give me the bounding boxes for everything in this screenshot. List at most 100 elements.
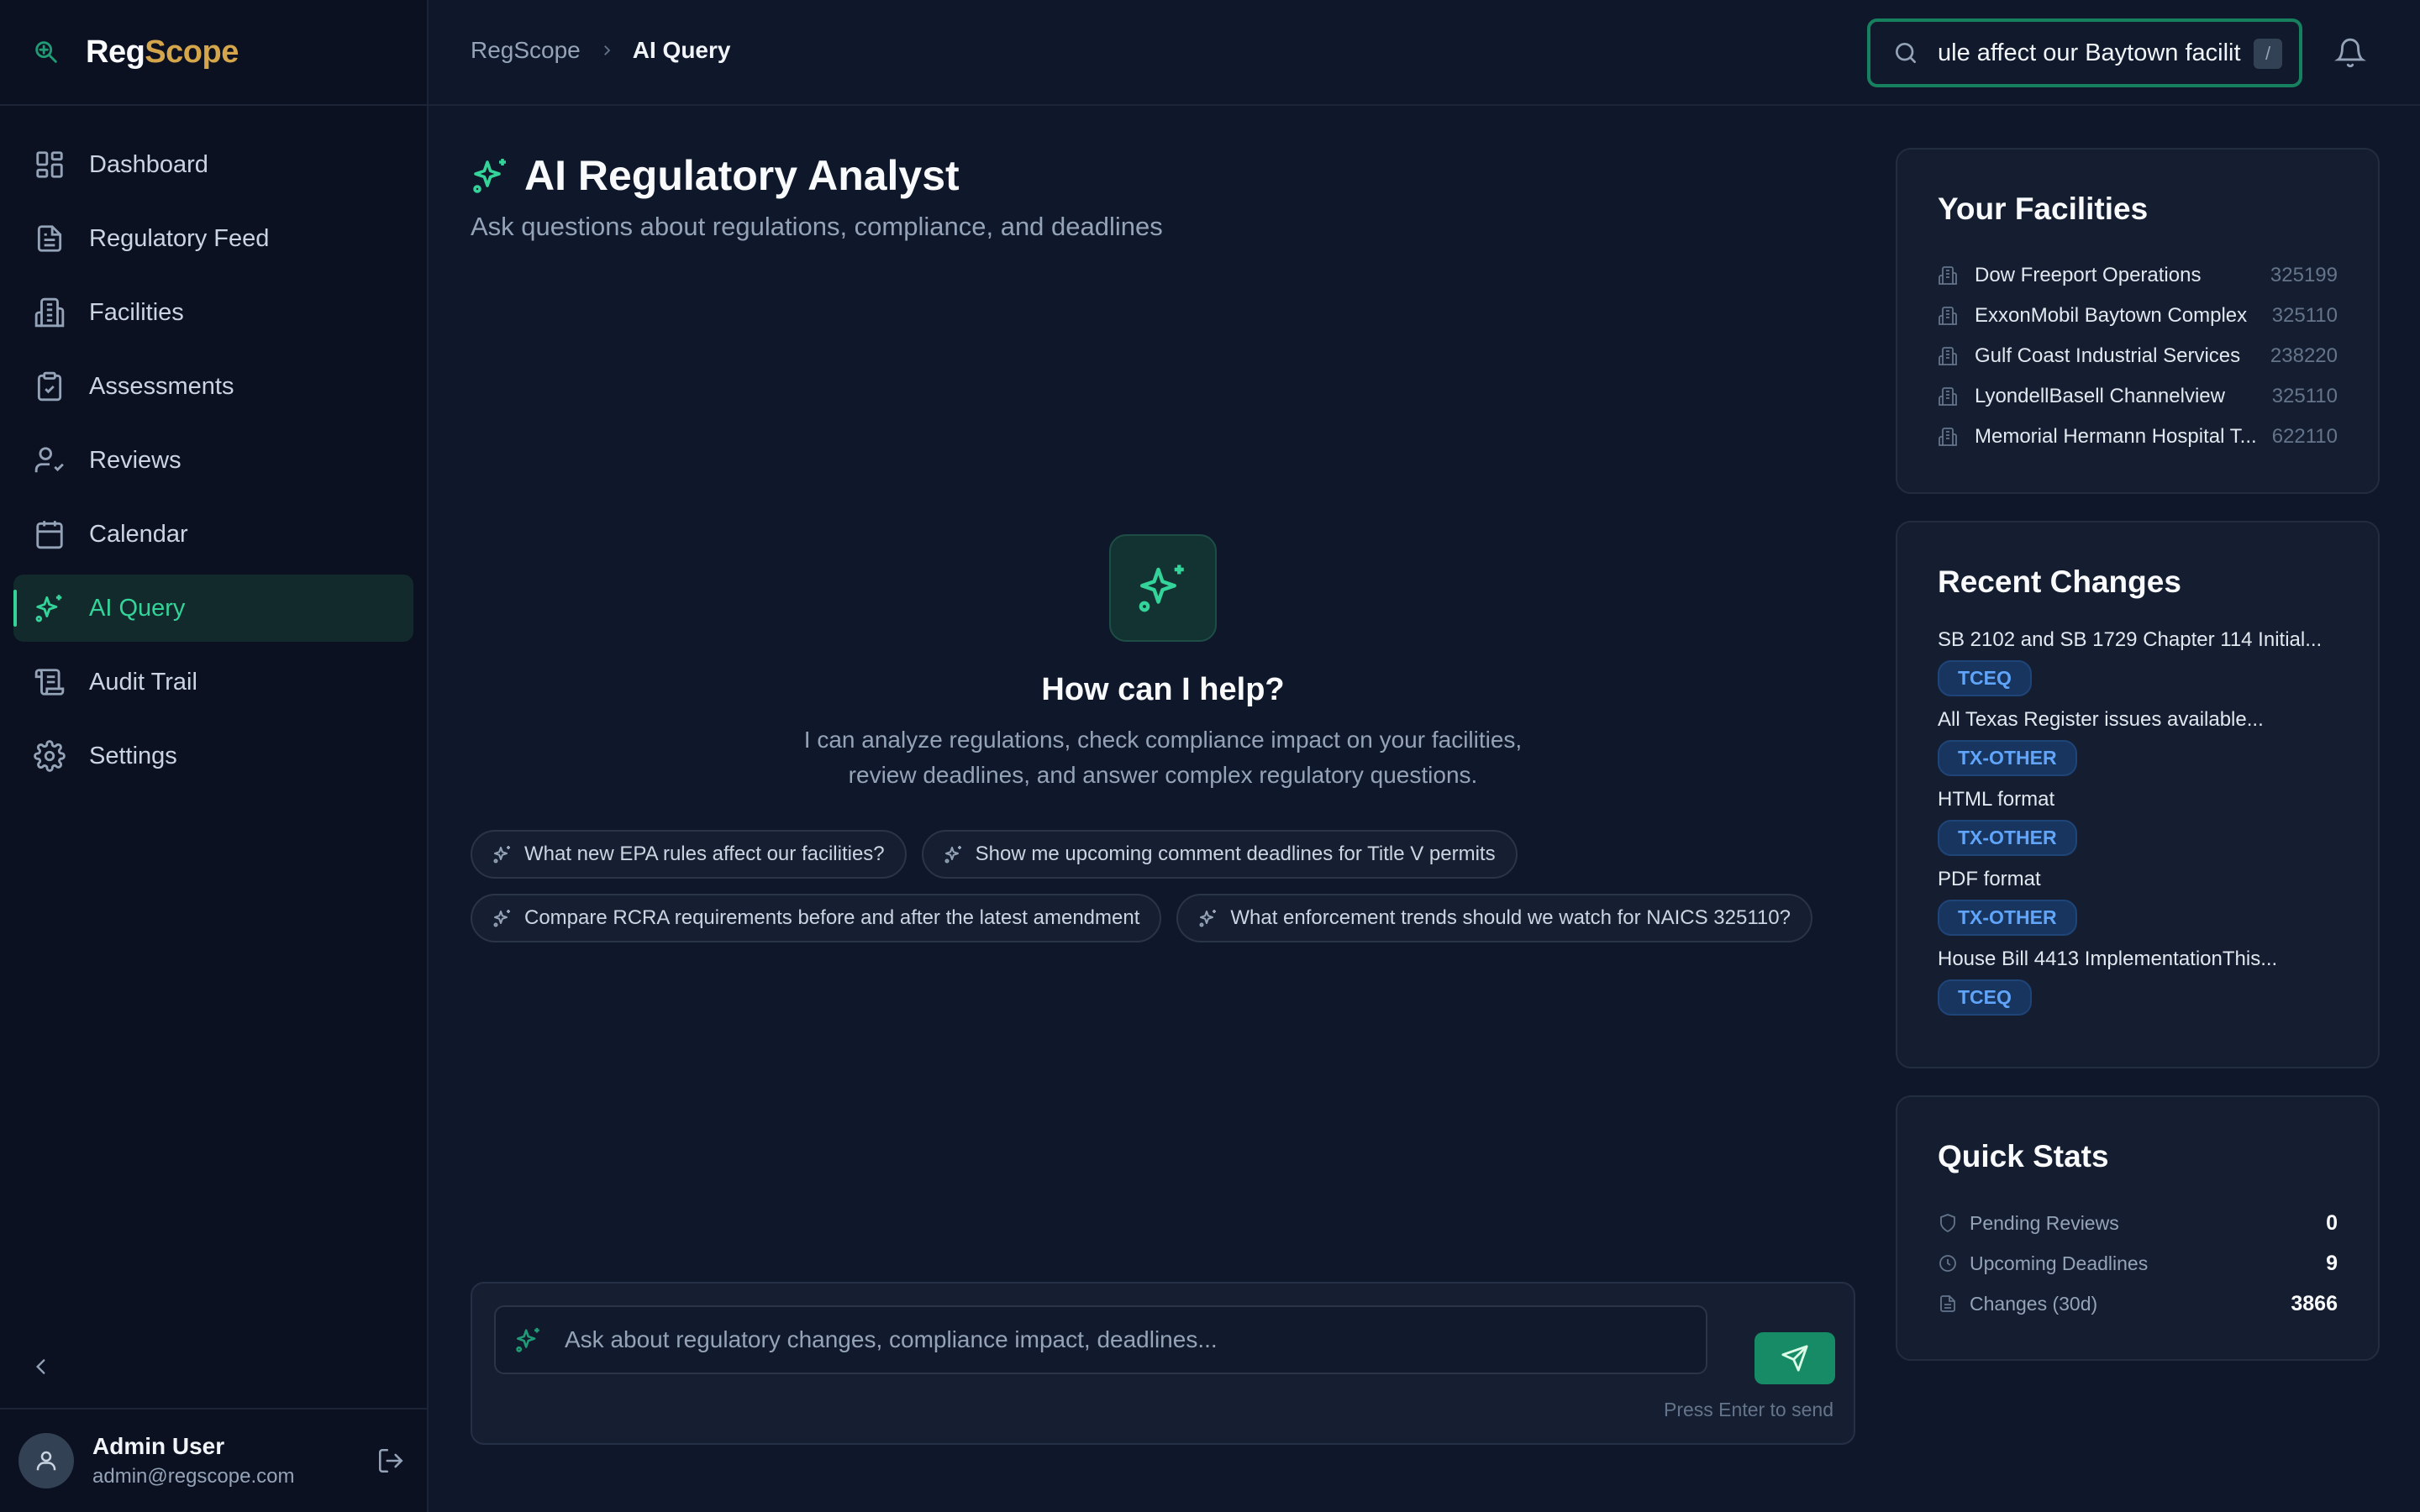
quick-stats-panel: Quick Stats Pending Reviews 0 Upcoming D… [1896, 1095, 2380, 1361]
brand[interactable]: RegScope [0, 0, 427, 106]
breadcrumb-current: AI Query [632, 37, 731, 63]
calendar-icon [36, 521, 63, 549]
suggestion-text: What new EPA rules affect our facilities… [524, 843, 885, 865]
suggestion-text: Show me upcoming comment deadlines for T… [975, 843, 1496, 865]
breadcrumb: RegScope AI Query [471, 37, 730, 64]
user-profile: Admin User admin@regscope.com [0, 1408, 427, 1512]
gear-icon [34, 740, 66, 772]
sidebar-item-label: Reviews [89, 446, 182, 474]
change-title: All Texas Register issues available... [1938, 708, 2264, 731]
search-box[interactable]: / [1867, 18, 2302, 87]
change-item[interactable]: HTML format TX-OTHER [1938, 788, 2338, 856]
sparkles-icon [1199, 910, 1217, 927]
facility-row[interactable]: Memorial Hermann Hospital T... 622110 [1938, 417, 2338, 457]
page-subtitle: Ask questions about regulations, complia… [471, 212, 1163, 241]
sidebar-item-settings[interactable]: Settings [13, 722, 413, 790]
facility-name: ExxonMobil Baytown Complex [1975, 304, 2248, 327]
collapse-sidebar-chevron-icon[interactable] [30, 1354, 52, 1379]
sidebar-item-facilities[interactable]: Facilities [13, 279, 413, 346]
agency-badge: TX-OTHER [1938, 820, 2077, 856]
suggestion-text: What enforcement trends should we watch … [1230, 906, 1791, 929]
sidebar-item-assessments[interactable]: Assessments [13, 353, 413, 420]
facility-naics-code: 238220 [2270, 344, 2338, 367]
suggestion-chip[interactable]: Compare RCRA requirements before and aft… [471, 894, 1162, 942]
building-icon [34, 297, 65, 328]
sparkles-icon [493, 846, 510, 864]
user-name: Admin User [92, 1433, 225, 1459]
sidebar-item-ai-query[interactable]: AI Query [13, 575, 413, 642]
empty-state-description: I can analyze regulations, check complia… [471, 722, 1855, 793]
sidebar-item-audit-trail[interactable]: Audit Trail [13, 648, 413, 716]
stat-pending-reviews: Pending Reviews 0 [1938, 1203, 2338, 1243]
facilities-panel-title: Your Facilities [1938, 192, 2149, 226]
search-input[interactable] [1938, 39, 2257, 67]
facility-row[interactable]: Dow Freeport Operations 325199 [1938, 255, 2338, 296]
search-icon [1896, 43, 1916, 63]
suggestion-chip[interactable]: What enforcement trends should we watch … [1176, 894, 1812, 942]
sparkles-icon [35, 595, 62, 622]
facility-naics-code: 325110 [2271, 385, 2338, 407]
logout-icon[interactable] [376, 1446, 405, 1475]
search-logo-icon [35, 41, 57, 63]
change-item[interactable]: PDF format TX-OTHER [1938, 868, 2338, 936]
change-item[interactable]: SB 2102 and SB 1729 Chapter 114 Initial.… [1938, 628, 2338, 696]
sidebar-item-reviews[interactable]: Reviews [13, 427, 413, 494]
facility-naics-code: 325199 [2270, 264, 2338, 286]
page-title-text: AI Regulatory Analyst [524, 152, 960, 199]
agency-badge: TX-OTHER [1938, 740, 2077, 776]
breadcrumb-root-link[interactable]: RegScope [471, 37, 581, 64]
sidebar-item-label: Assessments [89, 372, 234, 400]
stat-label: Upcoming Deadlines [1970, 1252, 2149, 1274]
sidebar-item-label: Audit Trail [89, 668, 197, 696]
facility-row[interactable]: LyondellBasell Channelview 325110 [1938, 376, 2338, 417]
suggested-prompts: What new EPA rules affect our facilities… [471, 830, 1865, 958]
recent-changes-title: Recent Changes [1938, 564, 2181, 599]
bell-icon[interactable] [2334, 37, 2366, 69]
stat-value: 3866 [2291, 1291, 2338, 1315]
facility-row[interactable]: Gulf Coast Industrial Services 238220 [1938, 336, 2338, 376]
user-check-icon [34, 447, 64, 473]
sparkles-icon [516, 1327, 539, 1352]
change-item[interactable]: House Bill 4413 ImplementationThis... TC… [1938, 948, 2338, 1016]
sidebar-item-dashboard[interactable]: Dashboard [13, 131, 413, 198]
facilities-panel: Your Facilities Dow Freeport Operations … [1896, 148, 2380, 494]
assistant-badge [1109, 534, 1217, 642]
facility-row[interactable]: ExxonMobil Baytown Complex 325110 [1938, 296, 2338, 336]
change-title: HTML format [1938, 788, 2055, 811]
change-title: PDF format [1938, 868, 2041, 890]
recent-changes-panel: Recent Changes SB 2102 and SB 1729 Chapt… [1896, 521, 2380, 1068]
suggestion-chip[interactable]: Show me upcoming comment deadlines for T… [921, 830, 1518, 879]
change-title: House Bill 4413 ImplementationThis... [1938, 948, 2278, 970]
suggestion-chip[interactable]: What new EPA rules affect our facilities… [471, 830, 907, 879]
agency-badge: TCEQ [1938, 979, 2032, 1016]
sidebar-item-calendar[interactable]: Calendar [13, 501, 413, 568]
stat-value: 9 [2326, 1251, 2338, 1275]
change-item[interactable]: All Texas Register issues available... T… [1938, 708, 2338, 776]
user-icon [36, 1451, 56, 1471]
sparkles-icon [473, 159, 506, 193]
agency-badge: TX-OTHER [1938, 900, 2077, 936]
sidebar: RegScope Dashboard Regulatory Feed Facil… [0, 0, 429, 1512]
stat-label: Pending Reviews [1970, 1211, 2119, 1234]
query-input[interactable] [565, 1326, 1691, 1353]
sparkles-icon [493, 910, 510, 927]
query-field[interactable] [494, 1305, 1707, 1374]
sidebar-item-label: Calendar [89, 520, 188, 548]
send-icon [1781, 1345, 1808, 1372]
send-button[interactable] [1754, 1332, 1835, 1384]
user-email: admin@regscope.com [92, 1465, 295, 1488]
building-icon [1939, 307, 1957, 325]
facility-naics-code: 325110 [2271, 304, 2338, 327]
facility-naics-code: 622110 [2271, 425, 2338, 448]
dashboard-icon [36, 151, 63, 178]
avatar[interactable] [18, 1433, 74, 1488]
stat-changes-30d: Changes (30d) 3866 [1938, 1284, 2338, 1324]
clipboard-check-icon [37, 371, 62, 402]
sparkles-icon [944, 846, 961, 864]
sidebar-item-label: Regulatory Feed [89, 224, 270, 252]
sidebar-item-regulatory-feed[interactable]: Regulatory Feed [13, 205, 413, 272]
suggestion-text: Compare RCRA requirements before and aft… [524, 906, 1140, 929]
stat-upcoming-deadlines: Upcoming Deadlines 9 [1938, 1243, 2338, 1284]
building-icon [1939, 347, 1957, 365]
topbar: RegScope AI Query / [429, 0, 2420, 106]
